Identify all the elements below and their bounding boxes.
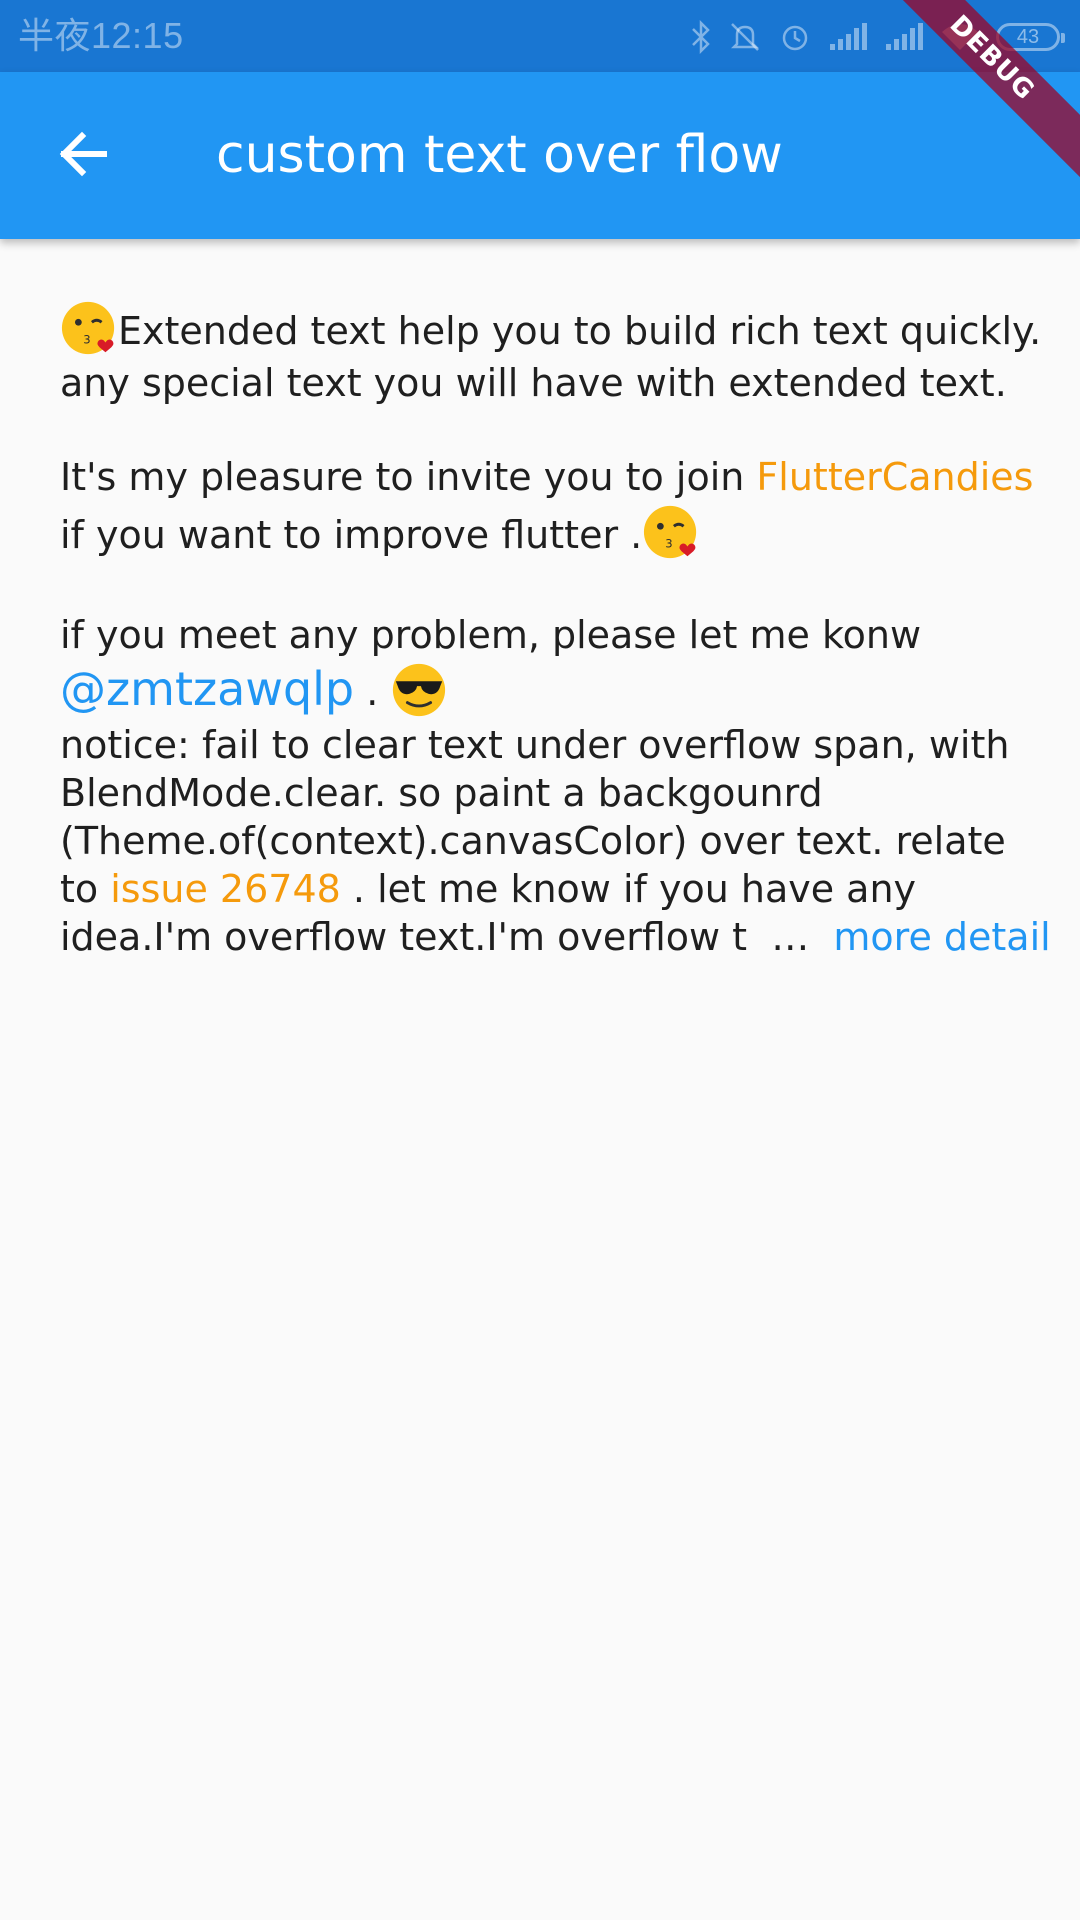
signal-icon	[828, 22, 868, 52]
intro-line-2: any special text you will have with exte…	[60, 361, 1007, 405]
app-bar: custom text over flow	[0, 72, 1080, 239]
improve-flutter-text: if you want to improve flutter .	[60, 513, 643, 557]
invite-text: It's my pleasure to invite you to join	[60, 455, 757, 499]
svg-text:3: 3	[665, 537, 672, 551]
svg-text:3: 3	[83, 333, 90, 347]
intro-line-1: Extended text help you to build rich tex…	[118, 309, 1042, 353]
issue-suffix: . let me know if you have any	[340, 867, 917, 911]
sunglasses-emoji	[390, 661, 448, 719]
overflow-ellipsis: …	[747, 915, 834, 959]
bluetooth-icon	[690, 20, 712, 54]
mention-link[interactable]: @zmtzawqlp	[60, 662, 354, 716]
text-line: to issue 26748 . let me know if you have…	[60, 865, 1020, 913]
alarm-icon	[778, 20, 812, 54]
status-time: 半夜12:15	[18, 15, 184, 56]
kiss-wink-emoji: 3	[60, 300, 118, 358]
text-line: 3 Extended text help you to build rich t…	[60, 300, 1041, 358]
text-line: idea.I'm overflow text.I'm overflow t … …	[60, 913, 1051, 961]
paragraph-notice: if you meet any problem, please let me k…	[60, 610, 1051, 961]
mention-suffix: .	[354, 670, 379, 714]
kiss-wink-emoji: 3	[642, 504, 700, 562]
issue-link[interactable]: issue 26748	[110, 867, 341, 911]
notice-line-1: notice: fail to clear text under overflo…	[60, 723, 1010, 767]
fluttercandies-link[interactable]: FlutterCandies	[756, 455, 1033, 499]
notice-line-2: BlendMode.clear. so paint a backgounrd	[60, 771, 823, 815]
text-line: if you want to improve flutter . 3	[60, 504, 1020, 562]
mute-icon	[728, 20, 762, 54]
back-button[interactable]	[40, 112, 128, 200]
text-line: It's my pleasure to invite you to join F…	[60, 450, 1033, 504]
text-line: @zmtzawqlp .	[60, 660, 1020, 721]
more-detail-link[interactable]: more detail	[833, 915, 1050, 959]
paragraph-invite: It's my pleasure to invite you to join F…	[60, 450, 1033, 562]
extended-text-content: 3 Extended text help you to build rich t…	[60, 300, 1051, 961]
overflow-text: idea.I'm overflow text.I'm overflow t	[60, 915, 748, 959]
page-title: custom text over flow	[216, 125, 783, 185]
battery-level: 43	[1016, 25, 1040, 48]
arrow-back-icon	[58, 131, 110, 181]
issue-prefix: to	[60, 867, 111, 911]
problem-line: if you meet any problem, please let me k…	[60, 613, 922, 657]
paragraph-intro: 3 Extended text help you to build rich t…	[60, 300, 1041, 408]
screen: 半夜12:15 43 custom text over flow DEBUG 3…	[0, 0, 1080, 1920]
notice-line-3: (Theme.of(context).canvasColor) over tex…	[60, 819, 1006, 863]
signal-icon	[884, 22, 924, 52]
